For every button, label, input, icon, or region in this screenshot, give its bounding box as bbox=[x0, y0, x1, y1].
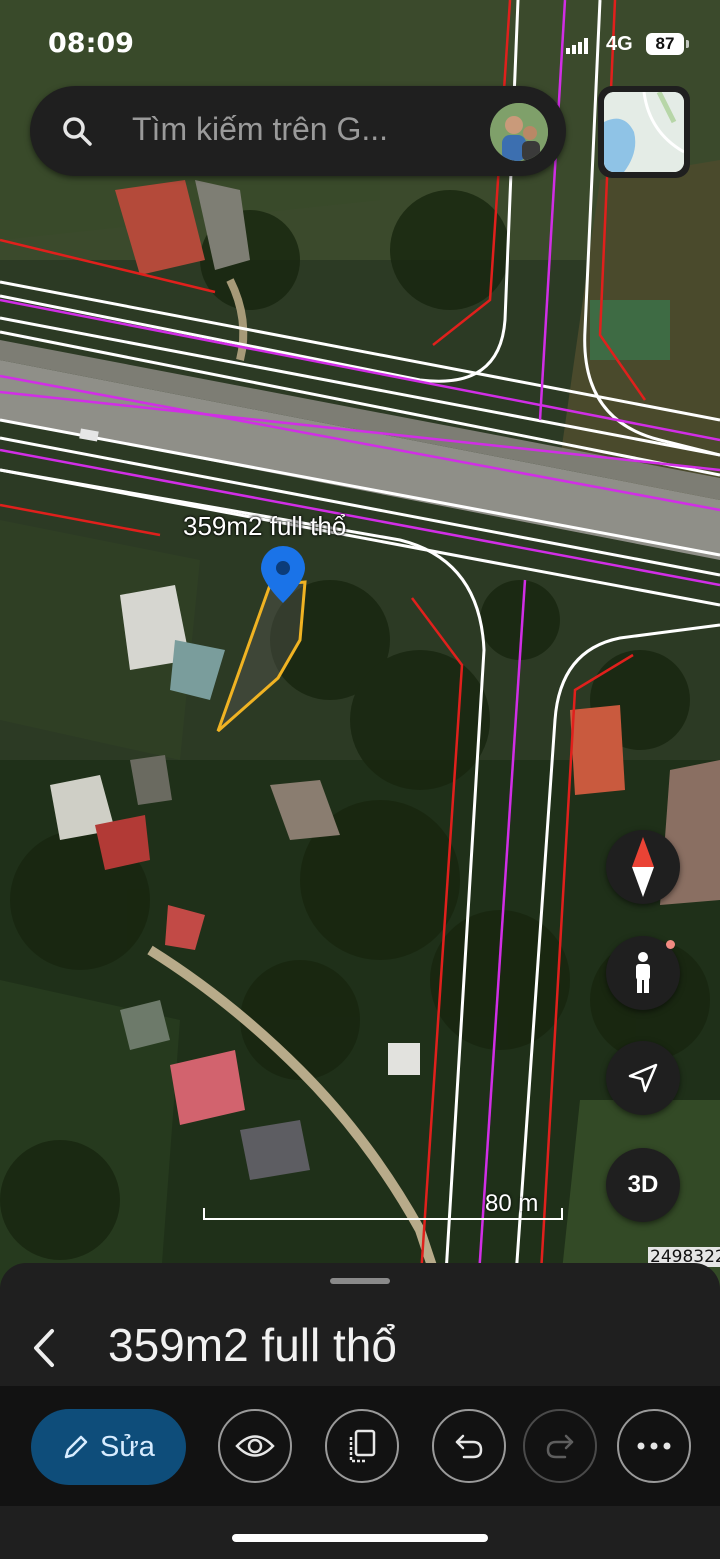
scale-tick-right bbox=[561, 1208, 563, 1220]
pencil-icon bbox=[64, 1435, 88, 1459]
search-icon bbox=[63, 117, 92, 146]
sheet-title: 359m2 full thổ bbox=[108, 1319, 397, 1371]
bottom-sheet[interactable]: 359m2 full thổ Sửa bbox=[0, 1263, 720, 1559]
undo-icon bbox=[455, 1434, 483, 1459]
person-icon bbox=[636, 952, 650, 993]
edit-button[interactable]: Sửa bbox=[31, 1409, 186, 1485]
map-scale: 80 m bbox=[203, 1190, 565, 1230]
home-indicator[interactable] bbox=[232, 1534, 488, 1542]
three-d-button[interactable]: 3D bbox=[606, 1148, 680, 1222]
duplicate-button[interactable] bbox=[325, 1409, 399, 1483]
action-toolbar: Sửa bbox=[0, 1386, 720, 1506]
undo-button[interactable] bbox=[432, 1409, 506, 1483]
network-type: 4G bbox=[606, 33, 633, 55]
map-thumbnail bbox=[604, 92, 684, 172]
map-thumbnail-icon bbox=[604, 92, 684, 172]
scale-bar bbox=[203, 1218, 563, 1220]
compass-icon bbox=[632, 837, 654, 897]
battery-tip bbox=[686, 40, 689, 48]
copy-icon bbox=[349, 1429, 376, 1463]
more-icon bbox=[637, 1442, 671, 1450]
notification-dot bbox=[666, 940, 675, 949]
sheet-drag-handle[interactable] bbox=[330, 1278, 390, 1284]
profile-photo-icon bbox=[490, 103, 548, 161]
placemark-label[interactable]: 359m2 full thổ bbox=[183, 511, 346, 542]
eye-icon bbox=[235, 1435, 275, 1457]
back-arrow-icon[interactable] bbox=[26, 1323, 66, 1373]
three-d-label: 3D bbox=[627, 1171, 659, 1198]
redo-icon bbox=[546, 1434, 574, 1459]
signal-icon bbox=[566, 38, 588, 54]
visibility-button[interactable] bbox=[218, 1409, 292, 1483]
scale-label: 80 m bbox=[485, 1190, 539, 1217]
redo-button[interactable] bbox=[523, 1409, 597, 1483]
edit-button-label: Sửa bbox=[100, 1430, 155, 1463]
avatar[interactable] bbox=[490, 103, 548, 161]
compass-button[interactable] bbox=[606, 830, 680, 904]
my-location-button[interactable] bbox=[606, 1041, 680, 1115]
battery-level: 87 bbox=[655, 34, 675, 53]
status-bar: 08:09 4G 87 bbox=[0, 0, 720, 80]
search-bar[interactable]: Tìm kiếm trên G... bbox=[30, 86, 566, 176]
status-time: 08:09 bbox=[48, 28, 134, 59]
navigation-arrow-icon bbox=[628, 1063, 658, 1093]
map-layers-button[interactable] bbox=[598, 86, 690, 178]
more-options-button[interactable] bbox=[617, 1409, 691, 1483]
search-placeholder[interactable]: Tìm kiếm trên G... bbox=[132, 111, 388, 148]
battery-icon: 87 bbox=[646, 33, 684, 55]
